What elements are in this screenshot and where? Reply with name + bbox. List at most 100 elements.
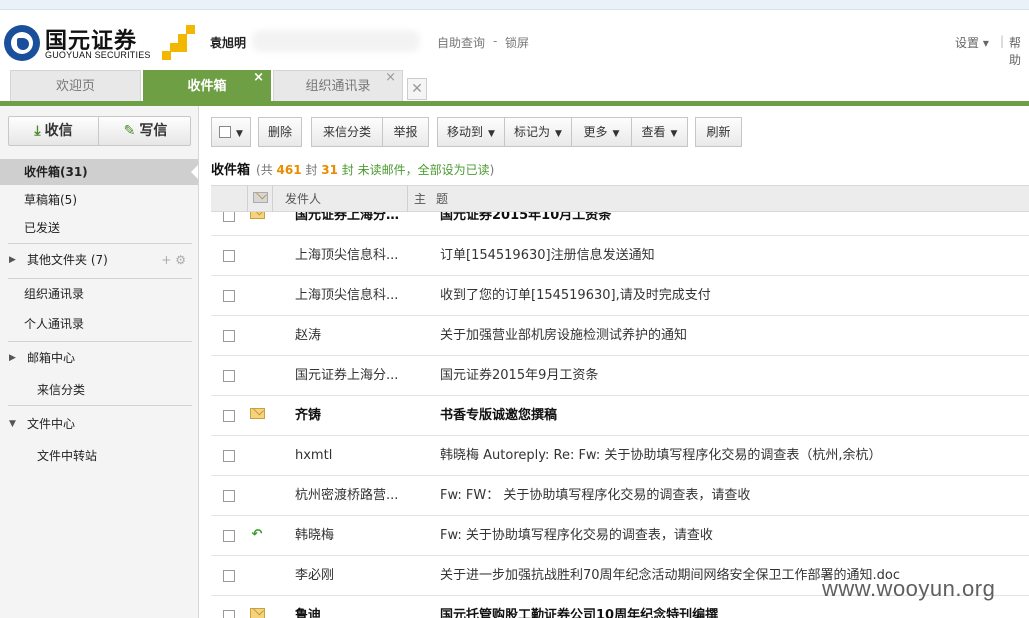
sidebar-item-other-folders[interactable]: ▶ 其他文件夹 (7) + ⚙	[0, 247, 198, 273]
mail-sender[interactable]: 国元证券上海分...	[295, 356, 413, 396]
mail-row[interactable]: 杭州密渡桥路营... Fw: FW： 关于协助填写程序化交易的调查表，请查收	[211, 476, 1029, 516]
mail-row-checkbox[interactable]	[223, 610, 235, 618]
company-logo: 国元证券 GUOYUAN SECURITIES	[4, 23, 204, 63]
mail-row[interactable]: 赵涛 关于加强营业部机房设施检测试养护的通知	[211, 316, 1029, 356]
mail-sender[interactable]: hxmtl	[295, 436, 413, 476]
status-column-header[interactable]	[247, 186, 273, 212]
refresh-button[interactable]: 刷新	[695, 117, 742, 147]
mail-row[interactable]: 齐铸 书香专版诚邀您撰稿	[211, 396, 1029, 436]
file-center-label: 文件中心	[27, 417, 76, 431]
mail-row-checkbox[interactable]	[223, 250, 235, 262]
summary-unit: 封	[305, 163, 318, 177]
mail-subject[interactable]: 订单[154519630]注册信息发送通知	[440, 236, 1025, 276]
mail-subject[interactable]: Fw: 关于协助填写程序化交易的调查表，请查收	[440, 516, 1025, 556]
mail-sender[interactable]: 李必刚	[295, 556, 413, 596]
write-mail-button[interactable]: ✎ 写信	[100, 117, 191, 145]
mail-row[interactable]: 上海顶尖信息科... 订单[154519630]注册信息发送通知	[211, 236, 1029, 276]
sidebar-item-personal-address-book[interactable]: 个人通讯录	[0, 311, 198, 337]
view-dropdown[interactable]: 查看 ▼	[631, 117, 688, 147]
mail-subject[interactable]: 国元证券2015年9月工资条	[440, 356, 1025, 396]
mail-row-checkbox[interactable]	[223, 290, 235, 302]
sidebar-item-drafts[interactable]: 草稿箱(5)	[0, 187, 198, 213]
delete-button[interactable]: 删除	[258, 117, 302, 147]
chevron-down-icon: ▼	[236, 129, 243, 139]
tab-welcome[interactable]: 欢迎页	[10, 70, 141, 101]
receive-mail-button[interactable]: ⤓ 收信	[9, 117, 99, 145]
settings-menu[interactable]: 设置 ▾	[955, 34, 989, 51]
mail-row-checkbox[interactable]	[223, 490, 235, 502]
summary-suffix: )	[489, 163, 495, 177]
mail-sender[interactable]: 韩晓梅	[295, 516, 413, 556]
mail-subject[interactable]: 韩晓梅 Autoreply: Re: Fw: 关于协助填写程序化交易的调查表（杭…	[440, 436, 1025, 476]
close-icon[interactable]: ×	[253, 62, 264, 93]
help-link[interactable]: 帮助	[1009, 34, 1029, 68]
mail-sender[interactable]: 鲁迪	[295, 596, 413, 618]
mail-subject[interactable]: 国元证券2015年10月工资条	[440, 212, 1025, 236]
folder-add-settings-icon[interactable]: + ⚙	[161, 247, 186, 273]
mail-subject[interactable]: Fw: FW： 关于协助填写程序化交易的调查表，请查收	[440, 476, 1025, 516]
mail-row[interactable]: 上海顶尖信息科... 收到了您的订单[154519630],请及时完成支付	[211, 276, 1029, 316]
sidebar-divider	[8, 341, 192, 342]
sidebar-item-file-transfer[interactable]: 文件中转站	[0, 443, 198, 469]
mail-row-checkbox[interactable]	[223, 212, 235, 222]
mail-row-checkbox[interactable]	[223, 570, 235, 582]
unread-mail-link[interactable]: 封 未读邮件	[342, 163, 406, 177]
unread-count: 31	[321, 163, 338, 177]
logo-emblem-icon	[4, 25, 40, 61]
tab-overflow-icon[interactable]: ✕	[407, 78, 427, 100]
expand-triangle-icon[interactable]: ▶	[9, 345, 16, 371]
move-to-dropdown[interactable]: 移动到 ▼	[437, 117, 505, 147]
mail-toolbar: ▼ 删除 来信分类 举报 移动到 ▼ 标记为 ▼ 更多 ▼ 查看 ▼ 刷新	[211, 117, 1029, 147]
mail-sender[interactable]: 杭州密渡桥路营...	[295, 476, 413, 516]
more-label: 更多	[583, 125, 608, 139]
expand-triangle-icon[interactable]: ▶	[9, 247, 16, 273]
sidebar-item-mail-category[interactable]: 来信分类	[0, 377, 198, 403]
subject-column-header[interactable]: 主题	[414, 186, 458, 212]
mail-subject[interactable]: 关于加强营业部机房设施检测试养护的通知	[440, 316, 1025, 356]
mail-sender[interactable]: 赵涛	[295, 316, 413, 356]
tab-bar: 欢迎页 收件箱 × 组织通讯录 × ✕	[0, 70, 1029, 106]
header: 国元证券 GUOYUAN SECURITIES 袁旭明 自助查询 - 锁屏 设置…	[0, 10, 1029, 70]
mark-as-dropdown[interactable]: 标记为 ▼	[504, 117, 572, 147]
mark-as-label: 标记为	[514, 125, 551, 139]
mail-row-checkbox[interactable]	[223, 330, 235, 342]
collapse-triangle-icon[interactable]: ▼	[9, 411, 16, 437]
mail-sender[interactable]: 齐铸	[295, 396, 413, 436]
sidebar-item-sent[interactable]: 已发送	[0, 215, 198, 241]
mail-sender[interactable]: 上海顶尖信息科...	[295, 276, 413, 316]
sidebar-item-org-address-book[interactable]: 组织通讯录	[0, 281, 198, 307]
self-query-link[interactable]: 自助查询	[437, 34, 485, 51]
total-count: 461	[276, 163, 302, 177]
select-all-dropdown[interactable]: ▼	[211, 117, 251, 147]
sender-column-header[interactable]: 发件人	[285, 186, 321, 212]
mail-row-checkbox[interactable]	[223, 530, 235, 542]
sidebar-item-inbox[interactable]: 收件箱(31)	[0, 159, 198, 185]
sidebar-item-file-center[interactable]: ▼ 文件中心	[0, 411, 198, 437]
mail-list: 国元证券上海分… 国元证券2015年10月工资条上海顶尖信息科... 订单[1545…	[211, 212, 1029, 618]
more-dropdown[interactable]: 更多 ▼	[571, 117, 632, 147]
inbox-title: 收件箱	[211, 163, 251, 178]
tab-org-address-book[interactable]: 组织通讯录 ×	[273, 70, 403, 101]
mail-row-checkbox[interactable]	[223, 370, 235, 382]
mail-subject[interactable]: 收到了您的订单[154519630],请及时完成支付	[440, 276, 1025, 316]
mail-row[interactable]: 国元证券上海分… 国元证券2015年10月工资条	[211, 212, 1029, 236]
tab-inbox[interactable]: 收件箱 ×	[143, 70, 271, 101]
classify-button[interactable]: 来信分类	[311, 117, 383, 147]
mail-row[interactable]: ↶ 韩晓梅 Fw: 关于协助填写程序化交易的调查表，请查收	[211, 516, 1029, 556]
mail-subject[interactable]: 书香专版诚邀您撰稿	[440, 396, 1025, 436]
mail-row[interactable]: hxmtl 韩晓梅 Autoreply: Re: Fw: 关于协助填写程序化交易的…	[211, 436, 1029, 476]
report-button[interactable]: 举报	[382, 117, 429, 147]
mail-row-checkbox[interactable]	[223, 410, 235, 422]
mail-row[interactable]: 国元证券上海分... 国元证券2015年9月工资条	[211, 356, 1029, 396]
mail-status-icon	[249, 448, 265, 462]
mail-row-checkbox[interactable]	[223, 450, 235, 462]
envelope-icon	[249, 408, 265, 419]
sidebar-item-mail-center[interactable]: ▶ 邮箱中心	[0, 345, 198, 371]
select-all-checkbox[interactable]	[219, 126, 232, 138]
mark-all-read-link[interactable]: 全部设为已读	[418, 163, 490, 177]
lock-screen-link[interactable]: 锁屏	[505, 34, 529, 51]
mail-sender[interactable]: 上海顶尖信息科...	[295, 236, 413, 276]
summary-prefix: (共	[256, 163, 273, 177]
close-icon[interactable]: ×	[385, 62, 396, 93]
mail-sender[interactable]: 国元证券上海分…	[295, 212, 413, 236]
